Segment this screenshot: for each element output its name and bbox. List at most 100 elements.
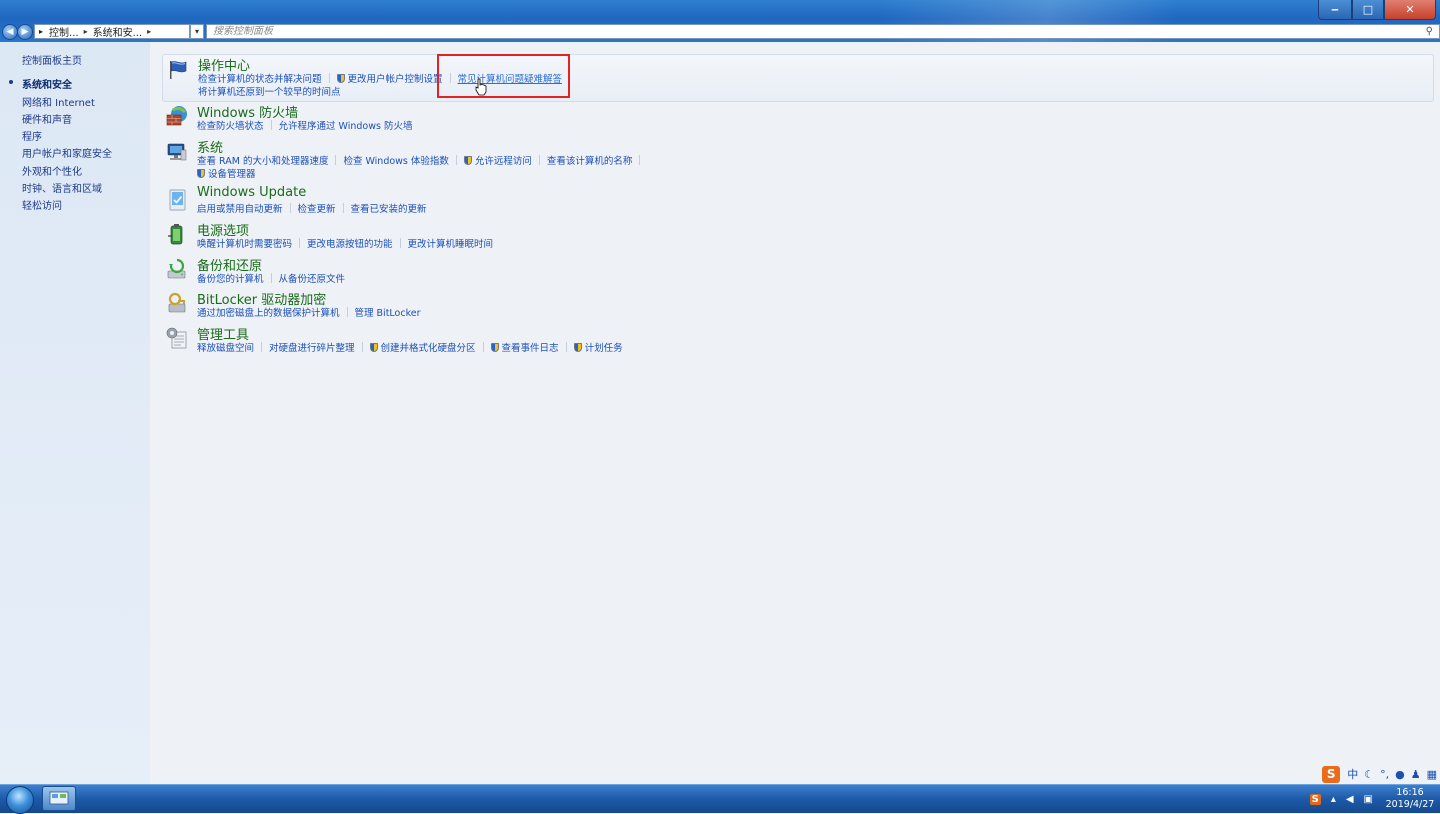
- forward-arrow-icon[interactable]: ▶: [17, 24, 33, 40]
- address-dropdown-icon[interactable]: ▾: [190, 24, 204, 39]
- computer-name-link[interactable]: 查看该计算机的名称: [547, 153, 633, 167]
- category-admin-tools: 管理工具 释放磁盘空间 对硬盘进行碎片整理 创建并格式化硬盘分区 查看事件日志 …: [162, 324, 1432, 356]
- defragment-link[interactable]: 对硬盘进行碎片整理: [269, 340, 355, 354]
- installed-updates-link[interactable]: 查看已安装的更新: [351, 201, 427, 215]
- check-firewall-link[interactable]: 检查防火墙状态: [197, 118, 264, 132]
- category-windows-update: Windows Update 启用或禁用自动更新 检查更新 查看已安装的更新: [162, 185, 1432, 217]
- ime-user-icon[interactable]: ♟: [1411, 768, 1421, 781]
- manage-bitlocker-link[interactable]: 管理 BitLocker: [355, 305, 421, 319]
- sidebar-home-link[interactable]: 控制面板主页: [22, 52, 82, 67]
- ime-grid-icon[interactable]: ▦: [1427, 768, 1437, 781]
- firewall-links: 检查防火墙状态 允许程序通过 Windows 防火墙: [197, 118, 412, 132]
- windows-update-links: 启用或禁用自动更新 检查更新 查看已安装的更新: [197, 201, 427, 215]
- breadcrumb-system-security[interactable]: 系统和安...: [93, 24, 143, 39]
- bitlocker-key-icon: [168, 292, 186, 313]
- remote-access-label: 允许远程访问: [474, 156, 532, 167]
- encrypt-disk-link[interactable]: 通过加密磁盘上的数据保护计算机: [197, 305, 340, 319]
- volume-icon[interactable]: ◀: [1346, 794, 1354, 805]
- power-button-link[interactable]: 更改电源按钮的功能: [307, 236, 393, 250]
- uac-shield-icon: [573, 342, 582, 352]
- device-manager-label: 设备管理器: [208, 169, 256, 180]
- main-content: 操作中心 检查计算机的状态并解决问题 更改用户帐户控制设置 常见计算机问题疑难解…: [150, 42, 1440, 784]
- category-backup: 备份和还原 备份您的计算机 从备份还原文件: [162, 255, 1432, 287]
- category-power: 电源选项 唤醒计算机时需要密码 更改电源按钮的功能 更改计算机睡眠时间: [162, 220, 1432, 252]
- clock[interactable]: 16:16 2019/4/27: [1384, 787, 1436, 811]
- search-input[interactable]: 搜索控制面板 ⚲: [206, 24, 1440, 39]
- check-updates-link[interactable]: 检查更新: [298, 201, 336, 215]
- category-system: 系统 查看 RAM 的大小和处理器速度 检查 Windows 体验指数 允许远程…: [162, 137, 1432, 180]
- link-divider: [299, 238, 301, 248]
- clock-time: 16:16: [1396, 787, 1424, 798]
- link-divider: [342, 203, 344, 213]
- close-button[interactable]: ✕: [1384, 0, 1436, 20]
- link-divider: [361, 342, 363, 352]
- ime-punctuation-icon[interactable]: °,: [1380, 768, 1389, 781]
- sidebar-item-hardware-sound[interactable]: 硬件和声音: [22, 111, 72, 126]
- active-bullet-icon: [9, 80, 13, 84]
- search-icon[interactable]: ⚲: [1426, 25, 1433, 38]
- system-restore-link[interactable]: 将计算机还原到一个较早的时间点: [198, 84, 341, 98]
- sidebar-item-ease-of-access[interactable]: 轻松访问: [22, 197, 62, 212]
- address-sep: ▸: [147, 27, 152, 36]
- battery-icon: [168, 224, 183, 245]
- ime-chinese-mode[interactable]: 中: [1347, 766, 1358, 782]
- event-log-link[interactable]: 查看事件日志: [490, 340, 559, 354]
- remote-access-link[interactable]: 允许远程访问: [463, 153, 532, 167]
- system-links-row2: 设备管理器: [197, 166, 256, 180]
- device-manager-link[interactable]: 设备管理器: [197, 166, 256, 180]
- taskbar: S ▴ ◀ ▣ 16:16 2019/4/27: [0, 784, 1440, 814]
- link-divider: [289, 203, 291, 213]
- sidebar-item-user-accounts[interactable]: 用户帐户和家庭安全: [22, 145, 112, 160]
- window-controls: ‒ □ ✕: [1318, 0, 1436, 20]
- backup-computer-link[interactable]: 备份您的计算机: [197, 271, 264, 285]
- category-bitlocker: BitLocker 驱动器加密 通过加密磁盘上的数据保护计算机 管理 BitLo…: [162, 289, 1432, 321]
- disk-partition-link[interactable]: 创建并格式化硬盘分区: [369, 340, 476, 354]
- link-divider: [270, 120, 272, 130]
- network-icon[interactable]: ▣: [1364, 794, 1373, 805]
- maximize-button[interactable]: □: [1352, 0, 1384, 20]
- breadcrumb-control-panel[interactable]: 控制...: [49, 24, 79, 39]
- search-placeholder: 搜索控制面板: [213, 26, 273, 37]
- sidebar-item-programs[interactable]: 程序: [22, 128, 42, 143]
- computer-icon: [167, 143, 187, 161]
- wake-password-link[interactable]: 唤醒计算机时需要密码: [197, 236, 292, 250]
- category-action-center: 操作中心 检查计算机的状态并解决问题 更改用户帐户控制设置 常见计算机问题疑难解…: [162, 54, 1434, 102]
- clock-date: 2019/4/27: [1385, 799, 1435, 810]
- link-divider: [538, 155, 540, 165]
- sidebar-item-system-security[interactable]: 系统和安全: [22, 76, 72, 91]
- back-arrow-icon[interactable]: ◀: [2, 24, 18, 40]
- uac-shield-icon: [336, 73, 345, 83]
- taskbar-control-panel-button[interactable]: [42, 786, 76, 811]
- allow-program-firewall-link[interactable]: 允许程序通过 Windows 防火墙: [279, 118, 413, 132]
- power-links: 唤醒计算机时需要密码 更改电源按钮的功能 更改计算机睡眠时间: [197, 236, 493, 250]
- sogou-ime-icon[interactable]: S: [1322, 765, 1341, 783]
- sidebar-item-clock-region[interactable]: 时钟、语言和区域: [22, 180, 102, 195]
- restore-files-link[interactable]: 从备份还原文件: [279, 271, 346, 285]
- link-divider: [639, 155, 641, 165]
- start-button[interactable]: [6, 786, 34, 814]
- windows-update-title[interactable]: Windows Update: [197, 185, 306, 200]
- experience-index-link[interactable]: 检查 Windows 体验指数: [343, 153, 448, 167]
- link-divider: [399, 238, 401, 248]
- uac-settings-label: 更改用户帐户控制设置: [347, 74, 443, 85]
- sidebar-item-network[interactable]: 网络和 Internet: [22, 94, 95, 109]
- link-divider: [346, 307, 348, 317]
- ime-microphone-icon[interactable]: ●: [1395, 768, 1405, 781]
- admin-tools-icon: [166, 327, 187, 349]
- tray-expand-icon[interactable]: ▴: [1331, 794, 1336, 805]
- check-status-link[interactable]: 检查计算机的状态并解决问题: [198, 71, 322, 85]
- uac-settings-link[interactable]: 更改用户帐户控制设置: [336, 71, 443, 85]
- sidebar-item-appearance[interactable]: 外观和个性化: [22, 163, 82, 178]
- ime-moon-icon[interactable]: ☾: [1364, 768, 1374, 781]
- sogou-tray-icon[interactable]: S: [1309, 793, 1321, 805]
- uac-shield-icon: [197, 168, 205, 178]
- ram-processor-link[interactable]: 查看 RAM 的大小和处理器速度: [197, 153, 328, 167]
- disk-cleanup-link[interactable]: 释放磁盘空间: [197, 340, 254, 354]
- backup-links: 备份您的计算机 从备份还原文件: [197, 271, 345, 285]
- minimize-button[interactable]: ‒: [1318, 0, 1352, 20]
- task-scheduler-link[interactable]: 计划任务: [573, 340, 623, 354]
- address-bar[interactable]: ▸ 控制... ▸ 系统和安... ▸: [34, 24, 190, 39]
- address-sep: ▸: [39, 27, 44, 36]
- sleep-time-link[interactable]: 更改计算机睡眠时间: [408, 236, 494, 250]
- auto-update-link[interactable]: 启用或禁用自动更新: [197, 201, 283, 215]
